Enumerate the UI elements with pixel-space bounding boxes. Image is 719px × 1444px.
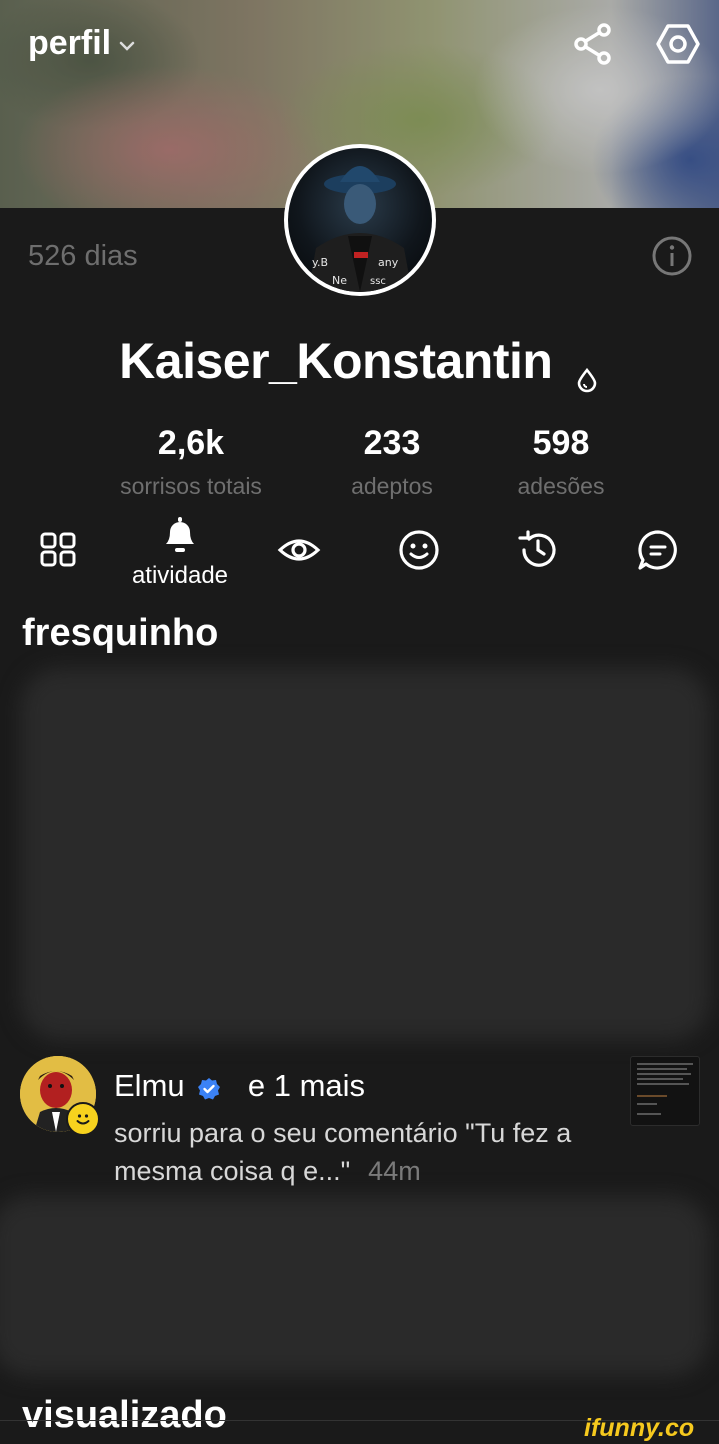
- share-icon[interactable]: [572, 22, 616, 66]
- chat-icon[interactable]: [636, 528, 680, 572]
- stat-label: sorrisos totais: [120, 473, 262, 499]
- settings-icon[interactable]: [654, 20, 702, 68]
- page-title-text: perfil: [28, 24, 112, 62]
- info-icon[interactable]: [650, 234, 694, 278]
- tab-activity-label[interactable]: atividade: [118, 562, 242, 590]
- stat-smiles[interactable]: 2,6k sorrisos totais: [91, 424, 291, 500]
- chevron-down-icon: [119, 35, 135, 56]
- profile-avatar[interactable]: y.B any Ne ssc: [284, 144, 436, 296]
- smile-badge-icon: [66, 1102, 100, 1136]
- svg-text:Ne: Ne: [332, 274, 347, 287]
- others-count: e 1 mais: [247, 1068, 366, 1103]
- notification-text: sorriu para o seu comentário "Tu fez a m…: [114, 1114, 614, 1190]
- avatar-image: y.B any Ne ssc: [288, 148, 432, 292]
- page-title[interactable]: perfil: [28, 24, 135, 63]
- username-text: Kaiser_Konstantin: [119, 333, 553, 389]
- stat-label: adesões: [517, 473, 605, 499]
- stat-value: 598: [532, 424, 590, 462]
- account-age: 526 dias: [28, 240, 138, 272]
- notification-item[interactable]: Elmu e 1 mais sorriu para o seu comentár…: [20, 1056, 710, 1186]
- section-fresh-title: fresquinho: [22, 612, 219, 654]
- redacted-notification: [20, 668, 710, 1040]
- username: Kaiser_Konstantin: [0, 332, 719, 393]
- notification-message: sorriu para o seu comentário "Tu fez a m…: [114, 1118, 572, 1186]
- watermark: ifunny.co: [584, 1414, 695, 1442]
- section-seen-title: visualizado: [22, 1394, 227, 1436]
- svg-text:ssc: ssc: [370, 276, 386, 287]
- drop-icon: [574, 347, 600, 393]
- top-bar: perfil: [0, 0, 719, 90]
- user-name[interactable]: Elmu: [114, 1068, 185, 1103]
- history-icon[interactable]: [516, 528, 560, 572]
- post-thumbnail[interactable]: [630, 1056, 700, 1126]
- notification-title: Elmu e 1 mais: [114, 1068, 365, 1104]
- stat-value: 2,6k: [157, 424, 225, 462]
- verified-icon: [197, 1073, 221, 1100]
- stat-subscriptions[interactable]: 598 adesões: [461, 424, 661, 500]
- grid-icon[interactable]: [38, 528, 82, 572]
- bell-icon[interactable]: [158, 514, 202, 558]
- svg-text:y.B: y.B: [312, 256, 328, 269]
- redacted-notification: [0, 1196, 710, 1376]
- eye-icon[interactable]: [277, 528, 321, 572]
- notification-time: 44m: [368, 1156, 421, 1186]
- svg-text:any: any: [378, 256, 399, 269]
- smile-icon[interactable]: [397, 528, 441, 572]
